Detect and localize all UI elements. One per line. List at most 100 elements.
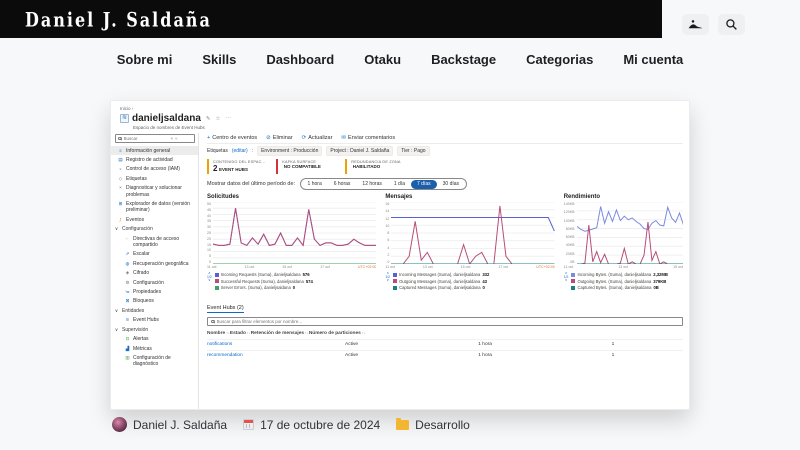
x-tick-label: 11 oct bbox=[564, 265, 574, 269]
category-group[interactable]: Desarrollo bbox=[396, 418, 470, 432]
x-tick-label: 11 oct bbox=[385, 265, 395, 269]
hub-filter-input bbox=[217, 319, 680, 324]
x-tick-label: 17 oct bbox=[498, 265, 508, 269]
command-label: Enviar comentarios bbox=[348, 135, 395, 141]
nav-link[interactable]: Categorias bbox=[526, 52, 593, 67]
legend-pager: ∧1/2∨ bbox=[564, 272, 569, 292]
y-tick-label: 4 bbox=[387, 246, 389, 250]
post-meta: Daniel J. Saldaña 17 de octubre de 2024 … bbox=[112, 417, 470, 432]
time-range-group: 1 hora 6 horas 12 horas 1 día 7 días 30 … bbox=[300, 178, 467, 190]
time-range-option: 1 hora bbox=[302, 180, 328, 189]
pager-down: ∨ bbox=[386, 279, 388, 283]
site-header: Daniel J. Saldaña bbox=[0, 0, 800, 38]
nav-link[interactable]: Backstage bbox=[431, 52, 496, 67]
event-hubs-table: Nombre↑↓ Estado↑↓ Retención de mensajes↑… bbox=[207, 328, 683, 361]
y-tick-label: 40 bbox=[207, 214, 211, 218]
legend-color-swatch bbox=[393, 273, 397, 277]
event-hubs-section: Event Hubs (2) Nombre↑↓ Es bbox=[207, 296, 683, 361]
legend-row: Outgoing Bytes. (Suma), danieljsaldana37… bbox=[571, 279, 683, 284]
legend-color-swatch bbox=[393, 286, 397, 290]
site-logo[interactable]: Daniel J. Saldaña bbox=[25, 7, 212, 31]
nav-link[interactable]: Skills bbox=[202, 52, 236, 67]
sidebar-menu-item: ⇗ Escalar bbox=[111, 250, 198, 259]
command-label: Centro de eventos bbox=[212, 135, 257, 141]
command-toolbar: + Centro de eventos ⊘ Eliminar ⟳ Actuali… bbox=[207, 133, 683, 144]
command-icon: ⊘ bbox=[266, 135, 271, 141]
legend-series-value: 2,32MB bbox=[653, 272, 668, 277]
menu-item-label: Información general bbox=[126, 148, 170, 154]
y-tick-label: 10 bbox=[207, 248, 211, 252]
sidebar-menu-item: ◍ Recuperación geográfica bbox=[111, 259, 198, 268]
legend-row: Successful Requests (Suma), danieljsalda… bbox=[215, 279, 377, 284]
metric-chart: Rendimiento140KB120KB100KB80KB60KB40KB20… bbox=[564, 194, 683, 292]
hub-filter-box bbox=[207, 317, 683, 326]
legend-row: Server Errors. (Suma), danieljsaldana0 bbox=[215, 285, 377, 290]
date-group: 17 de octubre de 2024 bbox=[243, 418, 380, 432]
author-avatar bbox=[112, 417, 127, 432]
sidebar-menu-item: ⊠ Bloqueos bbox=[111, 297, 198, 306]
command-label: Eliminar bbox=[273, 135, 293, 141]
legend-color-swatch bbox=[571, 273, 575, 277]
tags-row: Etiquetas (editar) : Environment : Produ… bbox=[207, 144, 683, 157]
nav-link[interactable]: Otaku bbox=[364, 52, 401, 67]
azure-header: Inicio › ≋ danieljsaldana ✎ ☆ ⋯ Espacio … bbox=[111, 101, 689, 130]
legend-series-name: Server Errors. (Suma), danieljsaldana bbox=[221, 285, 291, 290]
timezone-label: UTC+02:00 bbox=[358, 265, 376, 269]
chart-y-axis: 140KB120KB100KB80KB60KB40KB20KB0B bbox=[564, 202, 577, 264]
y-tick-label: 80KB bbox=[566, 227, 575, 231]
author-name: Daniel J. Saldaña bbox=[133, 418, 227, 432]
nav-link[interactable]: Mi cuenta bbox=[623, 52, 683, 67]
info-card-value: NO COMPATIBLE bbox=[284, 164, 321, 169]
author-group[interactable]: Daniel J. Saldaña bbox=[112, 417, 227, 432]
menu-item-label: Diagnosticar y solucionar problemas bbox=[126, 185, 196, 198]
y-tick-label: 60KB bbox=[566, 235, 575, 239]
toolbar-command: ⟳ Actualizar bbox=[302, 135, 333, 141]
namespace-title: danieljsaldana bbox=[132, 113, 201, 124]
y-tick-label: 12 bbox=[385, 217, 389, 221]
pager-down: ∨ bbox=[565, 279, 567, 283]
sidebar-menu-item: ▤ Registro de actividad bbox=[111, 155, 198, 164]
x-tick-label: 15 oct bbox=[282, 265, 292, 269]
menu-item-label: Escalar bbox=[133, 251, 150, 257]
command-icon: ⟳ bbox=[302, 135, 307, 141]
legend-row: Incoming Messages (Suma), danieljsaldana… bbox=[393, 272, 555, 277]
y-tick-label: 8 bbox=[387, 231, 389, 235]
tags-separator: : bbox=[252, 148, 253, 154]
tag-pill: Tier : Pago bbox=[397, 146, 429, 156]
info-card-value: HABILITADO bbox=[353, 164, 380, 169]
post-screenshot-image[interactable]: Inicio › ≋ danieljsaldana ✎ ☆ ⋯ Espacio … bbox=[110, 100, 690, 410]
nav-link[interactable]: Dashboard bbox=[266, 52, 334, 67]
table-column-header: Estado↑↓ bbox=[230, 331, 251, 336]
menu-item-icon: ⌐ bbox=[125, 236, 130, 242]
sidebar-menu-item: ⚙ Configuración bbox=[111, 278, 198, 287]
legend-color-swatch bbox=[393, 279, 397, 283]
menu-item-icon: ⊠ bbox=[125, 298, 130, 304]
chart-plot bbox=[391, 202, 554, 264]
menu-item-icon: ▤ bbox=[118, 157, 123, 163]
table-column-header: Retención de mensajes↑↓ bbox=[251, 331, 309, 336]
menu-item-label: Configuración bbox=[122, 226, 153, 232]
menu-item-icon: ≔ bbox=[125, 289, 130, 295]
menu-item-icon: ◇ bbox=[118, 176, 123, 182]
legend-series-name: Incoming Requests (Suma), danieljsaldana bbox=[221, 272, 301, 277]
y-tick-label: 16 bbox=[385, 202, 389, 206]
y-tick-label: 0 bbox=[387, 260, 389, 264]
sidebar-menu-item: ∨ Entidades bbox=[111, 306, 198, 315]
theme-toggle-button[interactable] bbox=[682, 14, 709, 35]
legend-series-name: Outgoing Bytes. (Suma), danieljsaldana bbox=[577, 279, 651, 284]
nav-link[interactable]: Sobre mi bbox=[117, 52, 173, 67]
sidebar-menu-item: ∨ Supervisión bbox=[111, 325, 198, 334]
menu-item-label: Etiquetas bbox=[126, 176, 147, 182]
legend-row: Incoming Requests (Suma), danieljsaldana… bbox=[215, 272, 377, 277]
legend-color-swatch bbox=[215, 286, 219, 290]
sidebar-menu-item: ⊞ Explorador de datos (versión prelimina… bbox=[111, 199, 198, 215]
legend-pager: ∧1/2∨ bbox=[385, 272, 390, 292]
sidebar-menu-item: ◇ Etiquetas bbox=[111, 174, 198, 183]
sidebar-menu-item: ⌐ Directivas de acceso compartido bbox=[111, 234, 198, 250]
search-button[interactable] bbox=[718, 14, 745, 35]
hub-partitions: 1 bbox=[612, 342, 683, 347]
edit-icon: ✎ bbox=[206, 116, 211, 122]
legend-series-name: Captured Bytes. (Suma), danieljsaldana bbox=[577, 285, 651, 290]
legend-color-swatch bbox=[571, 279, 575, 283]
info-cards-row: CONTENIDO DEL ESPAC... 2 EVENT HUBS KAFK… bbox=[207, 159, 683, 174]
